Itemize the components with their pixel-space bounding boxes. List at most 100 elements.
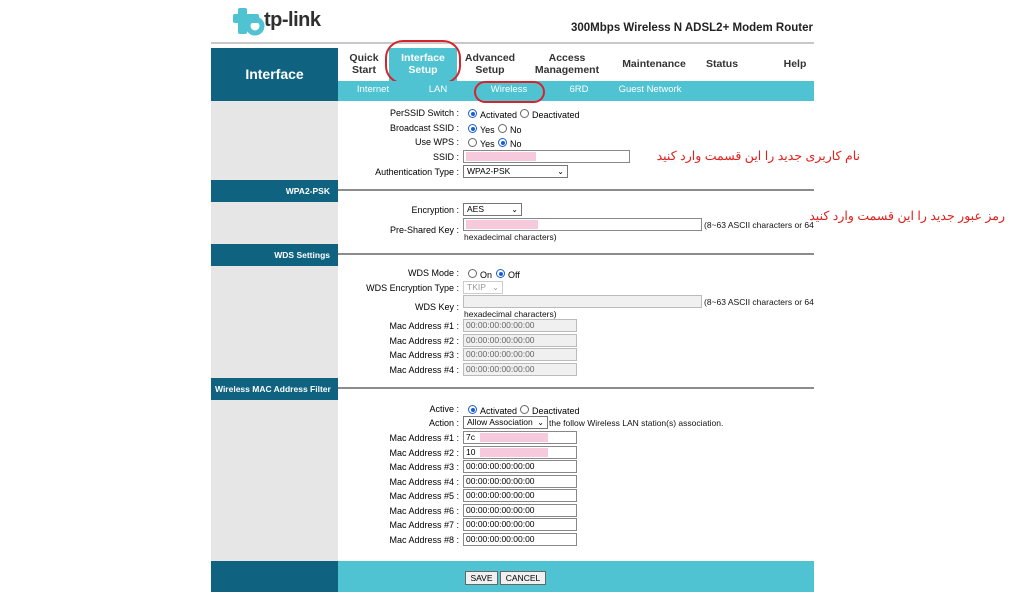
chevron-down-icon: ⌄ [511, 205, 518, 214]
broadcast-yes-radio[interactable] [468, 124, 477, 133]
broadcast-no-label: No [510, 125, 522, 135]
wds-mac-input[interactable]: 00:00:00:00:00:00 [463, 334, 577, 347]
wds-on-radio[interactable] [468, 269, 477, 278]
perssid-activated-radio[interactable] [468, 109, 477, 118]
perssid-label: PerSSID Switch : [389, 108, 459, 118]
wps-no-label: No [510, 139, 522, 149]
redacted-ssid [466, 152, 536, 161]
filter-mac-input[interactable]: 10 [463, 446, 577, 459]
redacted-mac [480, 448, 548, 457]
filter-mac-value: 10 [466, 447, 476, 457]
perssid-deactivated-radio[interactable] [520, 109, 529, 118]
redacted-mac [480, 433, 548, 442]
wds-mac-label: Mac Address #3 : [389, 350, 459, 360]
mac-filter-section-header: Wireless MAC Address Filter [211, 378, 338, 400]
tab-status[interactable]: Status [700, 58, 744, 70]
wds-mac-input[interactable]: 00:00:00:00:00:00 [463, 348, 577, 361]
wps-no-radio[interactable] [498, 138, 507, 147]
broadcast-no-radio[interactable] [498, 124, 507, 133]
wps-yes-radio[interactable] [468, 138, 477, 147]
mac-filter-action-label: Action : [428, 418, 459, 428]
filter-mac-label: Mac Address #3 : [389, 462, 459, 472]
action-value: Allow Association [467, 417, 533, 427]
filter-mac-input[interactable]: 7c [463, 431, 577, 444]
product-title: 300Mbps Wireless N ADSL2+ Modem Router [571, 22, 813, 34]
subtab-lan[interactable]: LAN [420, 84, 456, 95]
filter-mac-value: 7c [466, 432, 475, 442]
tab-maintenance[interactable]: Maintenance [618, 58, 690, 70]
perssid-deactivated-label: Deactivated [532, 110, 580, 120]
chevron-down-icon: ⌄ [492, 283, 499, 292]
wpa2-psk-section-header: WPA2-PSK [211, 180, 338, 202]
auth-type-label: Authentication Type : [375, 167, 459, 177]
filter-mac-label: Mac Address #5 : [389, 491, 459, 501]
broadcast-yes-label: Yes [480, 125, 495, 135]
filter-mac-label: Mac Address #6 : [389, 506, 459, 516]
logo-text: tp-link [264, 9, 321, 31]
redacted-psk [466, 220, 538, 229]
filter-mac-input[interactable]: 00:00:00:00:00:00 [463, 518, 577, 531]
filter-mac-input[interactable]: 00:00:00:00:00:00 [463, 504, 577, 517]
filter-mac-input[interactable]: 00:00:00:00:00:00 [463, 460, 577, 473]
footer-left-block [211, 561, 338, 592]
subtab-internet[interactable]: Internet [349, 84, 397, 95]
wds-mac-input[interactable]: 00:00:00:00:00:00 [463, 319, 577, 332]
encryption-label: Encryption : [411, 205, 459, 215]
ssid-annotation: نام کاربری جدید را این قسمت وارد کنید [656, 149, 860, 163]
wds-encryption-value: TKIP [467, 282, 486, 292]
wds-encryption-select[interactable]: TKIP ⌄ [463, 281, 503, 294]
ssid-input[interactable] [463, 150, 630, 163]
filter-deactivated-radio[interactable] [520, 405, 529, 414]
wds-mode-label: WDS Mode : [407, 268, 459, 278]
wds-mac-input[interactable]: 00:00:00:00:00:00 [463, 363, 577, 376]
psk-label: Pre-Shared Key : [389, 225, 459, 235]
footer-bar [338, 561, 814, 592]
tab-access-management[interactable]: Access Management [528, 52, 606, 76]
wds-key-label: WDS Key : [414, 302, 459, 312]
nav-section-label: Interface [245, 66, 304, 82]
encryption-value: AES [467, 204, 485, 214]
left-panel [211, 101, 338, 180]
filter-activated-radio[interactable] [468, 405, 477, 414]
subtab-6rd[interactable]: 6RD [558, 84, 600, 95]
save-button[interactable]: SAVE [465, 571, 498, 585]
filter-mac-input[interactable]: 00:00:00:00:00:00 [463, 489, 577, 502]
left-panel [211, 202, 338, 244]
tab-advanced-setup[interactable]: Advanced Setup [460, 52, 520, 76]
wds-off-radio[interactable] [496, 269, 505, 278]
psk-input[interactable] [463, 218, 702, 231]
tab-quick-start[interactable]: Quick Start [342, 52, 386, 76]
chevron-down-icon: ⌄ [557, 167, 564, 176]
section-divider [338, 387, 814, 389]
wds-section-header: WDS Settings [211, 244, 338, 266]
wds-key-note-line2: hexadecimal characters) [464, 309, 557, 319]
wireless-highlight [474, 81, 545, 103]
wds-on-label: On [480, 270, 493, 280]
subtab-guest-network[interactable]: Guest Network [608, 84, 692, 95]
perssid-activated-label: Activated [480, 110, 518, 120]
filter-mac-input[interactable]: 00:00:00:00:00:00 [463, 533, 577, 546]
action-note: the follow Wireless LAN station(s) assoc… [549, 418, 724, 428]
left-panel [211, 400, 338, 561]
filter-mac-input[interactable]: 00:00:00:00:00:00 [463, 475, 577, 488]
section-divider [338, 189, 814, 191]
left-panel [211, 266, 338, 378]
mac-filter-action-select[interactable]: Allow Association ⌄ [463, 416, 548, 429]
encryption-select[interactable]: AES ⌄ [463, 203, 522, 216]
filter-mac-label: Mac Address #1 : [389, 433, 459, 443]
ssid-label: SSID : [432, 152, 459, 162]
tab-help[interactable]: Help [776, 58, 814, 70]
use-wps-label: Use WPS : [414, 137, 459, 147]
auth-type-select[interactable]: WPA2-PSK ⌄ [463, 165, 568, 178]
filter-mac-label: Mac Address #2 : [389, 448, 459, 458]
wds-key-input[interactable] [463, 295, 702, 308]
auth-type-value: WPA2-PSK [467, 166, 511, 176]
filter-deactivated-label: Deactivated [532, 406, 580, 416]
filter-mac-label: Mac Address #7 : [389, 520, 459, 530]
cancel-button[interactable]: CANCEL [500, 571, 546, 585]
chevron-down-icon: ⌄ [537, 418, 544, 427]
filter-mac-label: Mac Address #4 : [389, 477, 459, 487]
header-divider [211, 42, 814, 44]
wds-mac-label: Mac Address #1 : [389, 321, 459, 331]
password-annotation: رمز عبور جدید را این قسمت وارد کنید [809, 209, 1005, 223]
